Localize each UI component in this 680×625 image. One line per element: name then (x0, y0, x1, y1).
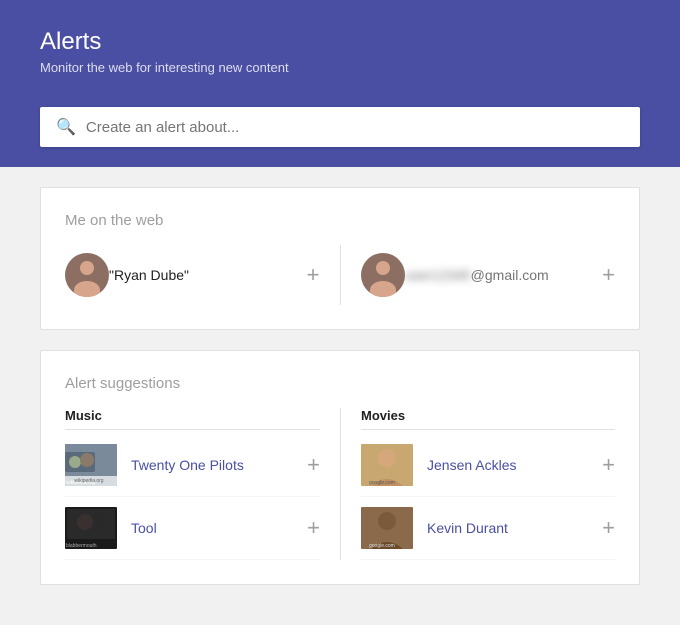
suggestion-label-kevin: Kevin Durant (427, 520, 594, 536)
suggestion-thumb-tool: blabbermouth (65, 507, 117, 549)
movies-col-title: Movies (361, 408, 615, 430)
search-bar[interactable]: 🔍 (40, 107, 640, 147)
web-items-list: "Ryan Dube" + user12345@gmail.com + (65, 245, 615, 305)
alert-suggestions-title: Alert suggestions (65, 375, 615, 392)
me-on-web-card: Me on the web "Ryan Dube" + user12345@gm… (40, 187, 640, 330)
me-on-web-title: Me on the web (65, 212, 615, 229)
avatar-ryan (65, 253, 109, 297)
suggestion-thumb-kevin: google.com (361, 507, 413, 549)
svg-text:blabbermouth: blabbermouth (66, 543, 97, 549)
alert-suggestions-card: Alert suggestions Music wikipedia.org (40, 350, 640, 585)
add-alert-jensen-button[interactable]: + (602, 454, 615, 476)
add-alert-twenty-one-pilots-button[interactable]: + (307, 454, 320, 476)
suggestion-tool: blabbermouth Tool + (65, 497, 320, 560)
svg-text:google.com: google.com (369, 543, 395, 549)
search-input[interactable] (86, 119, 624, 136)
search-icon: 🔍 (56, 117, 76, 137)
add-alert-gmail-button[interactable]: + (602, 264, 615, 286)
svg-text:wikipedia.org: wikipedia.org (66, 480, 95, 486)
page-title: Alerts (40, 28, 640, 56)
add-alert-ryan-button[interactable]: + (307, 264, 320, 286)
add-alert-tool-button[interactable]: + (307, 517, 320, 539)
web-item-ryan: "Ryan Dube" + (65, 245, 320, 305)
suggestions-col-music: Music wikipedia.org Twenty One Pilots (65, 408, 340, 560)
avatar-gmail (361, 253, 405, 297)
suggestion-jensen-ackles: google.com Jensen Ackles + (361, 434, 615, 497)
web-item-gmail: user12345@gmail.com + (340, 245, 616, 305)
suggestion-twenty-one-pilots: wikipedia.org Twenty One Pilots + (65, 434, 320, 497)
suggestions-grid: Music wikipedia.org Twenty One Pilots (65, 408, 615, 560)
suggestion-label-twenty-one-pilots: Twenty One Pilots (131, 457, 299, 473)
music-col-title: Music (65, 408, 320, 430)
search-bar-wrapper: 🔍 (0, 107, 680, 167)
header: Alerts Monitor the web for interesting n… (0, 0, 680, 107)
blurred-email: user12345 (405, 267, 471, 283)
suggestion-thumb-twenty-one-pilots: wikipedia.org (65, 444, 117, 486)
gmail-suffix: @gmail.com (471, 267, 549, 283)
add-alert-kevin-button[interactable]: + (602, 517, 615, 539)
page-subtitle: Monitor the web for interesting new cont… (40, 60, 640, 75)
main-content: Me on the web "Ryan Dube" + user12345@gm… (0, 167, 680, 625)
suggestion-label-jensen: Jensen Ackles (427, 457, 594, 473)
web-item-label-gmail: user12345@gmail.com (405, 267, 595, 283)
suggestions-col-movies: Movies google.com Jensen Ackles + (340, 408, 615, 560)
svg-text:google.com: google.com (369, 480, 395, 486)
web-item-label-ryan: "Ryan Dube" (109, 267, 299, 283)
suggestion-kevin-durant: google.com Kevin Durant + (361, 497, 615, 560)
suggestion-label-tool: Tool (131, 520, 299, 536)
suggestion-thumb-jensen: google.com (361, 444, 413, 486)
